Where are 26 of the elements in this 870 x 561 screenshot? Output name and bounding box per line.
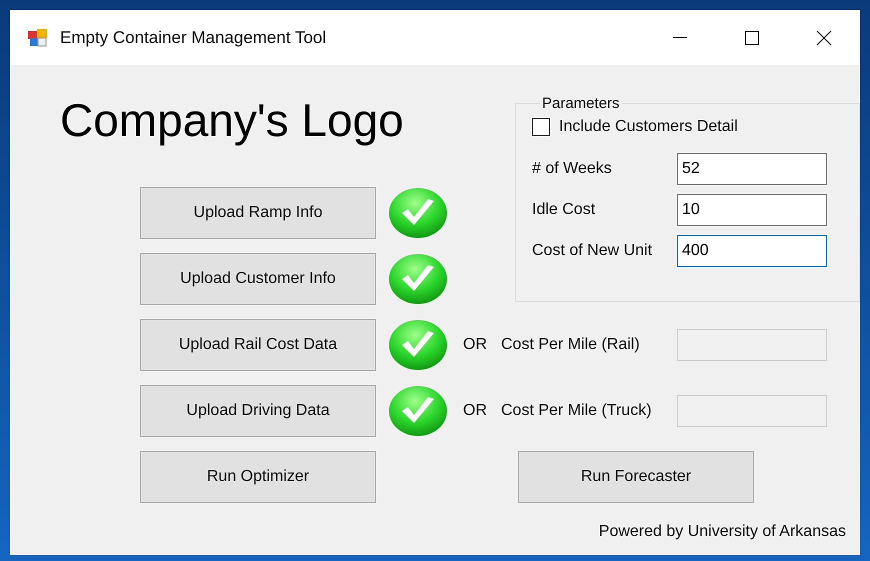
field-label: Idle Cost xyxy=(532,201,596,219)
group-title: Parameters xyxy=(541,95,621,112)
upload-button[interactable]: Upload Driving Data xyxy=(140,385,376,437)
field-label: Cost of New Unit xyxy=(532,242,654,260)
input-field[interactable]: 52 xyxy=(677,153,827,185)
input-field[interactable]: 400 xyxy=(677,235,827,267)
window-title: Empty Container Management Tool xyxy=(60,28,328,48)
input-field[interactable]: 10 xyxy=(677,194,827,226)
or-label: OR xyxy=(463,402,487,420)
field-label: Cost Per Mile (Rail) xyxy=(501,336,640,354)
field-label: # of Weeks xyxy=(532,160,613,178)
run-button[interactable]: Run Optimizer xyxy=(140,451,376,503)
run-button[interactable]: Run Forecaster xyxy=(518,451,754,503)
app-icon xyxy=(28,28,48,46)
company-logo-text: Company's Logo xyxy=(60,93,404,147)
checkbox[interactable] xyxy=(532,118,550,136)
upload-button[interactable]: Upload Rail Cost Data xyxy=(140,319,376,371)
upload-button[interactable]: Upload Customer Info xyxy=(140,253,376,305)
field-label: Cost Per Mile (Truck) xyxy=(501,402,652,420)
close-icon xyxy=(816,30,832,46)
upload-button[interactable]: Upload Ramp Info xyxy=(140,187,376,239)
maximize-icon xyxy=(744,30,760,46)
checkbox-label: Include Customers Detail xyxy=(559,118,738,136)
footer-text: Powered by University of Arkansas xyxy=(598,523,846,541)
or-label: OR xyxy=(463,336,487,354)
minimize-icon xyxy=(673,37,687,38)
